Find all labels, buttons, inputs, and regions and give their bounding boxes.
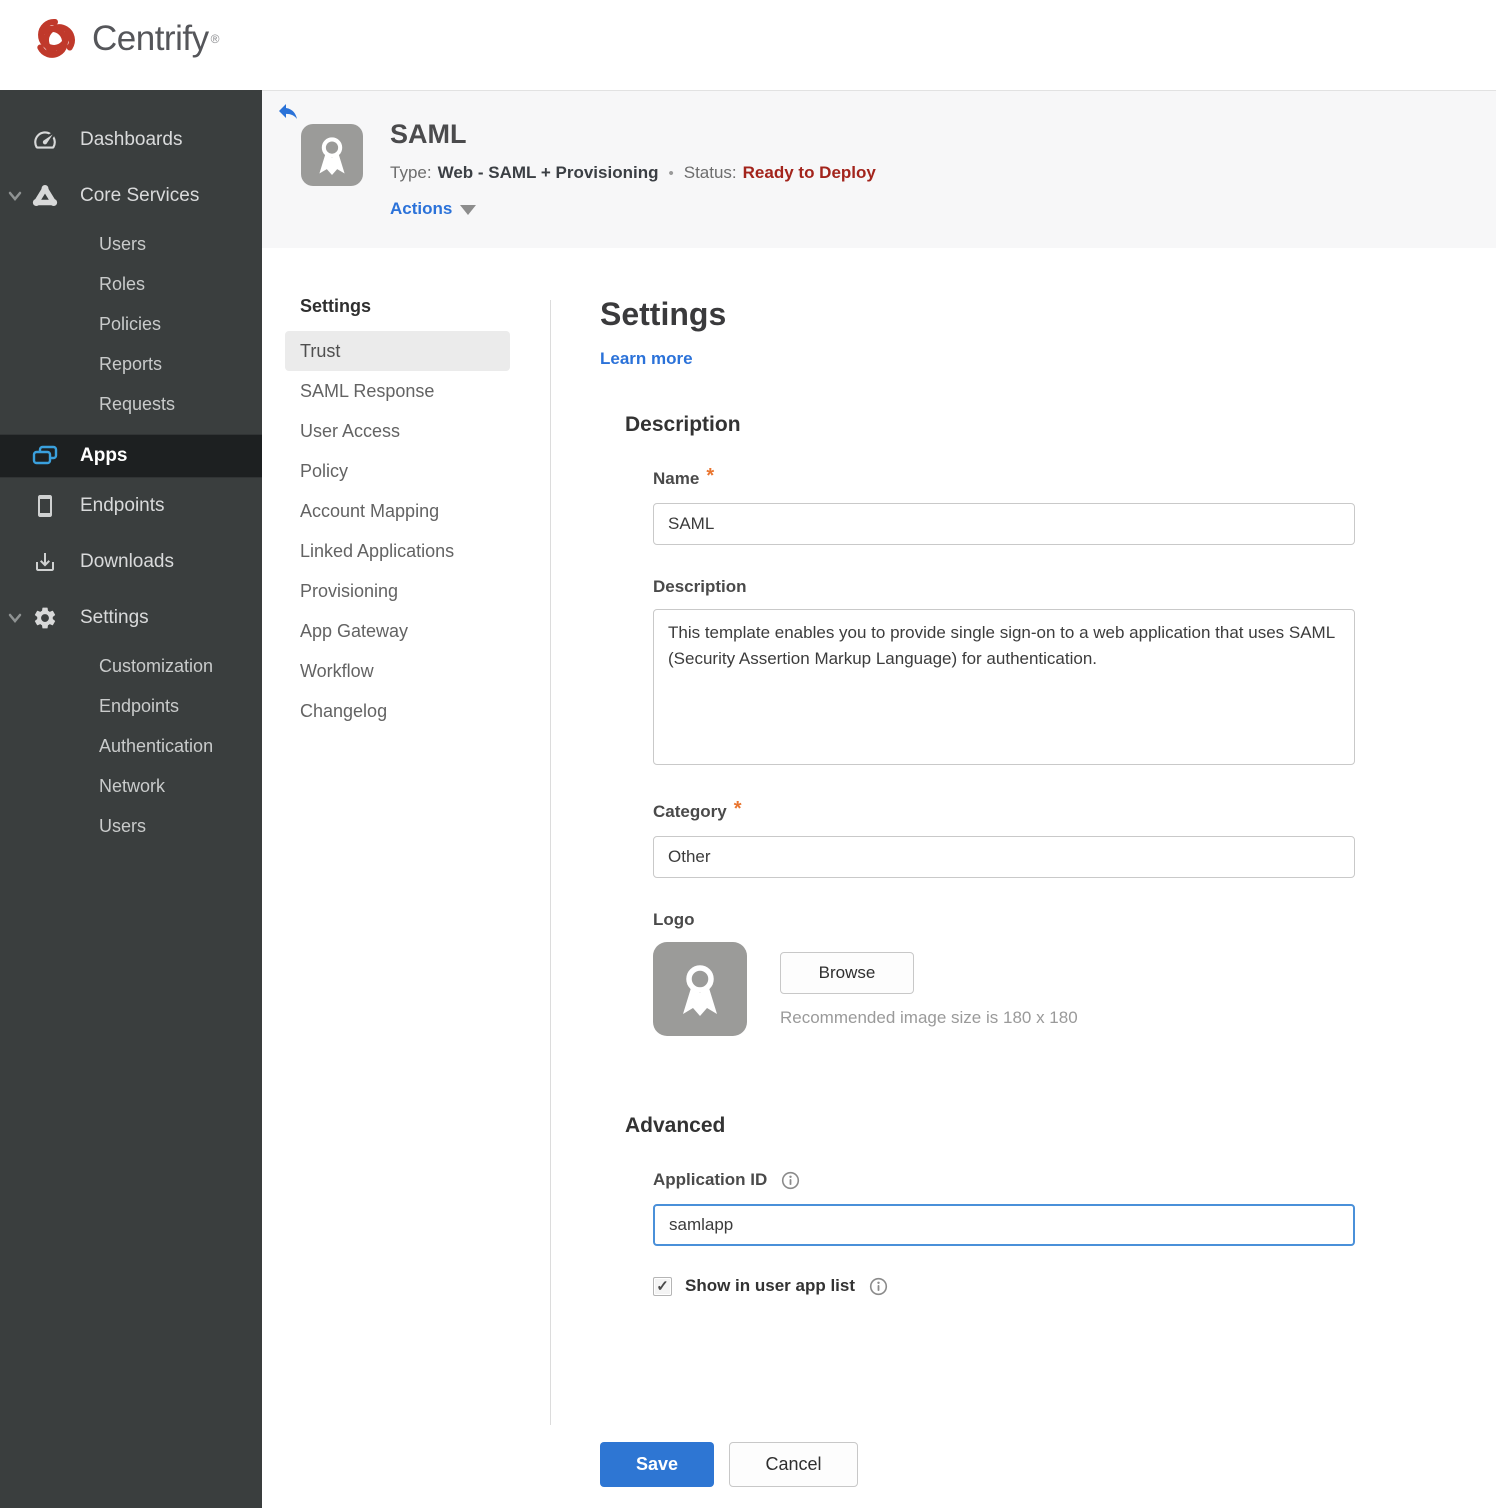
page-title: Settings bbox=[600, 296, 727, 332]
award-ribbon-icon bbox=[319, 137, 345, 176]
brand-name: Centrify bbox=[92, 19, 209, 58]
category-field[interactable] bbox=[653, 836, 1355, 878]
type-label: Type: bbox=[390, 163, 432, 182]
sidebar-item-core-services[interactable]: Core Services bbox=[0, 168, 262, 224]
sidebar-item-customization[interactable]: Customization bbox=[0, 646, 262, 686]
app-title: SAML bbox=[390, 119, 467, 149]
subnav-item-workflow[interactable]: Workflow bbox=[285, 651, 510, 691]
description-section-heading: Description bbox=[625, 413, 741, 436]
app-header: SAML Type: Web - SAML + Provisioning • S… bbox=[262, 90, 1496, 248]
sidebar-item-dashboards[interactable]: Dashboards bbox=[0, 112, 262, 168]
sidebar-item-requests[interactable]: Requests bbox=[0, 384, 262, 424]
category-label: Category bbox=[653, 802, 727, 821]
sidebar-item-reports[interactable]: Reports bbox=[0, 344, 262, 384]
description-label: Description bbox=[653, 577, 747, 596]
centrify-swirl-icon bbox=[37, 18, 75, 58]
name-label: Name bbox=[653, 469, 700, 488]
gear-icon bbox=[30, 605, 60, 631]
core-services-icon bbox=[30, 183, 60, 209]
settings-subnav: Settings Trust SAML Response User Access… bbox=[285, 296, 510, 731]
info-icon[interactable] bbox=[869, 1277, 888, 1296]
sidebar-item-authentication[interactable]: Authentication bbox=[0, 726, 262, 766]
subnav-item-policy[interactable]: Policy bbox=[285, 451, 510, 491]
logo-preview bbox=[653, 942, 747, 1036]
subnav-item-trust[interactable]: Trust bbox=[285, 331, 510, 371]
sidebar-item-network[interactable]: Network bbox=[0, 766, 262, 806]
subnav-item-app-gateway[interactable]: App Gateway bbox=[285, 611, 510, 651]
meta-separator: • bbox=[668, 164, 674, 182]
learn-more-link[interactable]: Learn more bbox=[600, 349, 693, 369]
status-label: Status: bbox=[683, 163, 737, 182]
sidebar-item-settings-endpoints[interactable]: Endpoints bbox=[0, 686, 262, 726]
vertical-divider bbox=[550, 300, 551, 1425]
dashboard-gauge-icon bbox=[30, 127, 60, 153]
subnav-item-account-mapping[interactable]: Account Mapping bbox=[285, 491, 510, 531]
actions-label: Actions bbox=[390, 199, 453, 218]
application-id-field[interactable] bbox=[653, 1204, 1355, 1246]
subnav-item-linked-applications[interactable]: Linked Applications bbox=[285, 531, 510, 571]
sidebar: Dashboards Core Services Users Roles Pol… bbox=[0, 90, 262, 1508]
smartphone-icon bbox=[30, 494, 60, 518]
save-button[interactable]: Save bbox=[600, 1442, 714, 1487]
status-value: Ready to Deploy bbox=[742, 163, 876, 182]
browse-button[interactable]: Browse bbox=[780, 952, 914, 994]
sidebar-item-endpoints[interactable]: Endpoints bbox=[0, 478, 262, 534]
back-arrow-icon[interactable] bbox=[276, 99, 300, 123]
settings-form: Settings Learn more Description Name * D… bbox=[600, 296, 1356, 1296]
sidebar-item-roles[interactable]: Roles bbox=[0, 264, 262, 304]
download-icon bbox=[30, 550, 60, 574]
cancel-button[interactable]: Cancel bbox=[729, 1442, 858, 1487]
brand-trademark: ® bbox=[210, 32, 220, 46]
chevron-down-icon bbox=[0, 191, 30, 201]
type-value: Web - SAML + Provisioning bbox=[437, 163, 659, 182]
info-icon[interactable] bbox=[781, 1171, 800, 1190]
sidebar-item-policies[interactable]: Policies bbox=[0, 304, 262, 344]
content-body: Settings Trust SAML Response User Access… bbox=[262, 248, 1496, 1508]
sidebar-item-label: Downloads bbox=[80, 551, 174, 572]
sidebar-item-label: Dashboards bbox=[80, 129, 183, 150]
app-meta: Type: Web - SAML + Provisioning • Status… bbox=[390, 163, 876, 183]
subnav-item-provisioning[interactable]: Provisioning bbox=[285, 571, 510, 611]
show-in-user-app-list-label: Show in user app list bbox=[685, 1276, 856, 1295]
advanced-section-heading: Advanced bbox=[625, 1114, 726, 1137]
description-field[interactable]: This template enables you to provide sin… bbox=[653, 609, 1355, 765]
sidebar-item-settings-users[interactable]: Users bbox=[0, 806, 262, 846]
actions-dropdown[interactable]: Actions bbox=[390, 199, 477, 219]
chevron-down-icon bbox=[0, 613, 30, 623]
application-id-label: Application ID bbox=[653, 1170, 768, 1189]
sidebar-item-label: Endpoints bbox=[80, 495, 165, 516]
form-actions: Save Cancel bbox=[600, 1442, 858, 1487]
sidebar-item-settings[interactable]: Settings bbox=[0, 590, 262, 646]
sidebar-item-users[interactable]: Users bbox=[0, 224, 262, 264]
required-asterisk: * bbox=[733, 798, 742, 820]
name-field[interactable] bbox=[653, 503, 1355, 545]
centrify-logo: Centrify ® bbox=[30, 14, 219, 64]
sidebar-item-label: Core Services bbox=[80, 185, 200, 206]
sidebar-item-downloads[interactable]: Downloads bbox=[0, 534, 262, 590]
logo-label: Logo bbox=[653, 910, 695, 929]
sidebar-item-apps[interactable]: Apps bbox=[0, 434, 262, 478]
show-in-user-app-list-checkbox[interactable]: ✓ bbox=[653, 1276, 672, 1296]
subnav-item-user-access[interactable]: User Access bbox=[285, 411, 510, 451]
sidebar-item-label: Apps bbox=[80, 445, 128, 466]
page: Centrify ® Dashboards Core Services User… bbox=[0, 0, 1496, 1508]
caret-down-icon bbox=[460, 205, 477, 215]
required-asterisk: * bbox=[706, 465, 715, 487]
top-bar: Centrify ® bbox=[0, 0, 1496, 90]
subnav-item-changelog[interactable]: Changelog bbox=[285, 691, 510, 731]
apps-icon bbox=[30, 444, 60, 468]
logo-size-hint: Recommended image size is 180 x 180 bbox=[780, 1008, 1078, 1027]
award-ribbon-icon bbox=[683, 965, 717, 1016]
app-logo-badge bbox=[301, 124, 363, 186]
checkmark-icon: ✓ bbox=[656, 1278, 669, 1295]
subnav-item-saml-response[interactable]: SAML Response bbox=[285, 371, 510, 411]
subnav-heading: Settings bbox=[300, 296, 372, 316]
sidebar-item-label: Settings bbox=[80, 607, 149, 628]
